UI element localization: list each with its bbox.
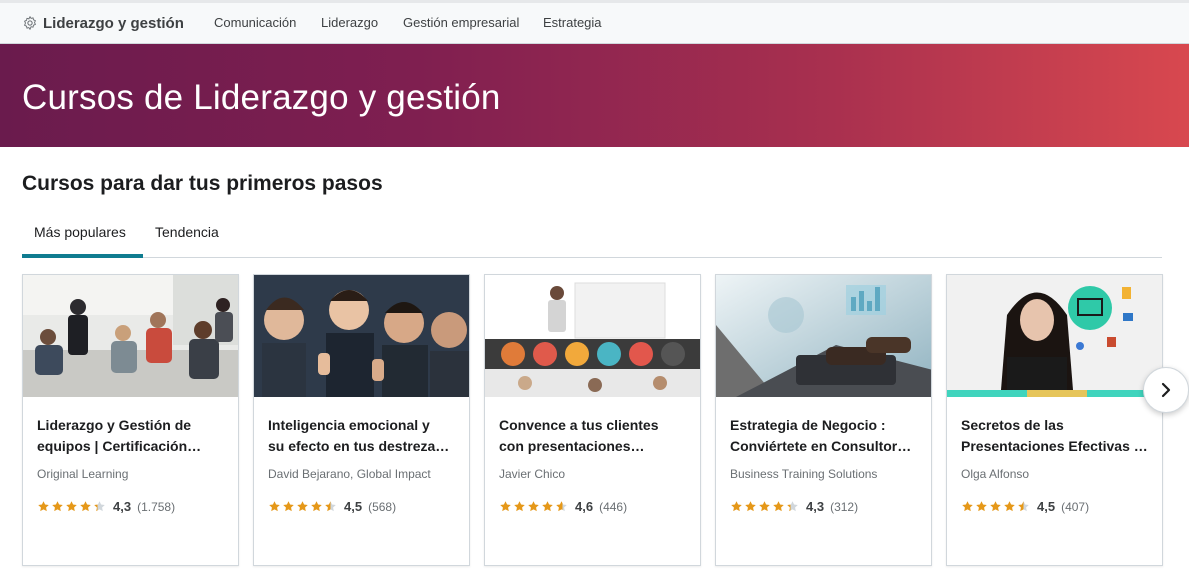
rating-count: (312)	[830, 499, 859, 514]
tab-mas-populares[interactable]: Más populares	[22, 224, 143, 258]
chevron-right-icon	[1161, 382, 1171, 398]
star-icon	[745, 501, 756, 512]
star-icon	[325, 501, 336, 512]
rating-value: 4,5	[344, 499, 363, 514]
course-title: Inteligencia emocional y su efecto en tus…	[268, 417, 450, 454]
page-title: Cursos de Liderazgo y gestión	[22, 78, 501, 117]
nav-item-liderazgo[interactable]: Liderazgo	[321, 15, 378, 30]
course-author: Olga Alfonso	[961, 467, 1030, 481]
course-rating: 4,6 (446)	[499, 499, 627, 514]
course-author: Business Training Solutions	[730, 467, 878, 481]
course-card[interactable]: Liderazgo y Gestión de equipos | Certific…	[22, 274, 239, 566]
star-icon	[269, 501, 280, 512]
gear-icon	[24, 16, 36, 30]
star-rating	[730, 500, 799, 513]
rating-count: (407)	[1061, 499, 1090, 514]
star-rating	[499, 500, 568, 513]
course-tabs: Más populares Tendencia	[22, 218, 1162, 258]
course-title: Secretos de las Presentaciones Efectivas …	[961, 417, 1148, 454]
carousel-next-button[interactable]	[1143, 367, 1189, 413]
rating-value: 4,3	[113, 499, 132, 514]
course-title: Estrategia de Negocio : Conviértete en Co…	[730, 417, 912, 454]
star-icon	[38, 501, 49, 512]
rating-count: (446)	[599, 499, 628, 514]
brand-label: Liderazgo y gestión	[43, 14, 184, 32]
star-icon	[283, 501, 294, 512]
star-icon	[94, 501, 105, 512]
rating-count: (568)	[368, 499, 397, 514]
nav-item-estrategia[interactable]: Estrategia	[543, 15, 602, 30]
hero-banner: Cursos de Liderazgo y gestión	[0, 44, 1189, 147]
star-icon	[990, 501, 1001, 512]
rating-value: 4,6	[575, 499, 594, 514]
course-rating: 4,3 (312)	[730, 499, 858, 514]
star-rating	[268, 500, 337, 513]
star-icon	[962, 501, 973, 512]
star-icon	[297, 501, 308, 512]
star-icon	[787, 501, 798, 512]
star-icon	[556, 501, 567, 512]
star-icon	[80, 501, 91, 512]
course-rating: 4,3 (1.758)	[37, 499, 175, 514]
nav-item-gestion-empresarial[interactable]: Gestión empresarial	[403, 15, 519, 30]
course-thumbnail	[716, 275, 931, 397]
course-thumbnail	[254, 275, 469, 397]
star-icon	[1018, 501, 1029, 512]
course-title: Convence a tus clientes con presentacione…	[499, 417, 659, 454]
star-icon	[731, 501, 742, 512]
star-rating	[961, 500, 1030, 513]
star-icon	[500, 501, 511, 512]
star-icon	[528, 501, 539, 512]
course-rating: 4,5 (568)	[268, 499, 396, 514]
star-rating	[37, 500, 106, 513]
course-author: Javier Chico	[499, 467, 566, 481]
star-icon	[514, 501, 525, 512]
course-rating: 4,5 (407)	[961, 499, 1089, 514]
rating-value: 4,3	[806, 499, 825, 514]
nav-item-comunicacion[interactable]: Comunicación	[214, 15, 296, 30]
course-card[interactable]: Secretos de las Presentaciones Efectivas …	[946, 274, 1163, 566]
course-title: Liderazgo y Gestión de equipos | Certific…	[37, 417, 202, 454]
course-author: Original Learning	[37, 467, 129, 481]
rating-count: (1.758)	[137, 499, 176, 514]
course-thumbnail	[947, 275, 1162, 397]
brand-link[interactable]: Liderazgo y gestión	[22, 13, 184, 33]
star-icon	[1004, 501, 1015, 512]
star-icon	[542, 501, 553, 512]
star-icon	[976, 501, 987, 512]
star-icon	[52, 501, 63, 512]
star-icon	[759, 501, 770, 512]
tab-tendencia[interactable]: Tendencia	[155, 224, 219, 258]
course-thumbnail	[485, 275, 700, 397]
section-title: Cursos para dar tus primeros pasos	[22, 172, 383, 195]
course-author: David Bejarano, Global Impact	[268, 467, 431, 481]
course-card[interactable]: Estrategia de Negocio : Conviértete en Co…	[715, 274, 932, 566]
rating-value: 4,5	[1037, 499, 1056, 514]
course-card[interactable]: Convence a tus clientes con presentacione…	[484, 274, 701, 566]
star-icon	[773, 501, 784, 512]
course-thumbnail	[23, 275, 238, 397]
star-icon	[66, 501, 77, 512]
star-icon	[311, 501, 322, 512]
top-navigation: Liderazgo y gestión Comunicación Lideraz…	[0, 0, 1189, 44]
course-card[interactable]: Inteligencia emocional y su efecto en tus…	[253, 274, 470, 566]
